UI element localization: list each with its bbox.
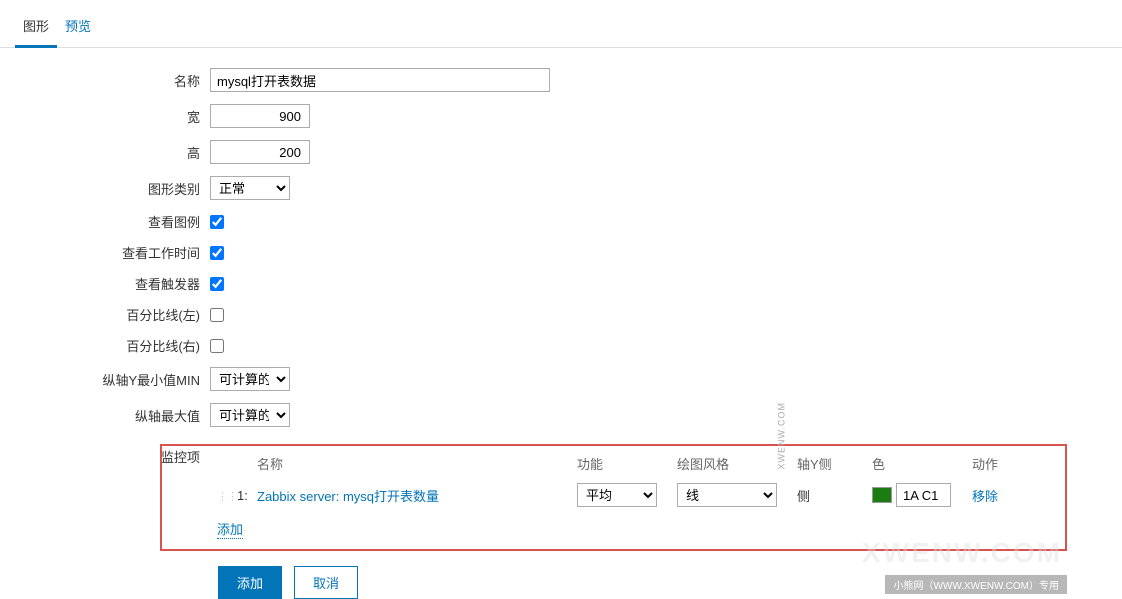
label-height: 高 (0, 143, 210, 162)
label-percent-right: 百分比线(右) (0, 336, 210, 355)
cancel-button[interactable]: 取消 (294, 566, 358, 599)
item-name-link[interactable]: Zabbix server: mysq打开表数量 (257, 489, 439, 504)
graph-type-select[interactable]: 正常 (210, 176, 290, 200)
drag-handle-icon[interactable]: ⋮⋮ (217, 491, 237, 503)
remove-link[interactable]: 移除 (972, 489, 998, 504)
items-highlight-box: 名称 功能 绘图风格 轴Y侧 色 动作 ⋮⋮ 1: Zabbix server:… (160, 444, 1067, 551)
percent-left-checkbox[interactable] (210, 308, 224, 322)
table-row: ⋮⋮ 1: Zabbix server: mysq打开表数量 平均 线 侧 (217, 483, 1055, 515)
yaxis-max-select[interactable]: 可计算的 (210, 403, 290, 427)
watermark-footer: 小熊网（WWW.XWENW.COM）专用 (885, 575, 1067, 594)
show-legend-checkbox[interactable] (210, 215, 224, 229)
name-input[interactable] (210, 68, 550, 92)
tab-graphic[interactable]: 图形 (15, 8, 57, 48)
label-show-legend: 查看图例 (0, 212, 210, 231)
draw-style-select[interactable]: 线 (677, 483, 777, 507)
show-work-time-checkbox[interactable] (210, 246, 224, 260)
percent-right-checkbox[interactable] (210, 339, 224, 353)
yaxis-min-select[interactable]: 可计算的 (210, 367, 290, 391)
label-yaxis-max: 纵轴最大值 (0, 406, 210, 425)
label-show-work-time: 查看工作时间 (0, 243, 210, 262)
height-input[interactable] (210, 140, 310, 164)
header-name: 名称 (257, 454, 577, 473)
form-tabs: 图形 预览 (0, 0, 1122, 48)
tab-preview[interactable]: 预览 (57, 8, 99, 47)
yaxis-side-value: 侧 (797, 486, 872, 505)
add-item-link[interactable]: 添加 (217, 519, 243, 539)
label-show-triggers: 查看触发器 (0, 274, 210, 293)
header-action: 动作 (972, 454, 1022, 473)
color-input[interactable] (896, 483, 951, 507)
row-number: 1: (237, 488, 257, 503)
header-function: 功能 (577, 454, 677, 473)
color-swatch[interactable] (872, 487, 892, 503)
function-select[interactable]: 平均 (577, 483, 657, 507)
width-input[interactable] (210, 104, 310, 128)
show-triggers-checkbox[interactable] (210, 277, 224, 291)
header-yaxis-side: 轴Y侧 (797, 454, 872, 473)
label-percent-left: 百分比线(左) (0, 305, 210, 324)
graph-form: 名称 宽 高 图形类别 正常 查看图例 查看工作时间 (0, 48, 1122, 599)
label-yaxis-min: 纵轴Y最小值MIN (0, 370, 210, 389)
label-graph-type: 图形类别 (0, 179, 210, 198)
label-name: 名称 (0, 71, 210, 90)
header-color: 色 (872, 454, 972, 473)
watermark-side: XWENW.COM (776, 402, 786, 470)
label-width: 宽 (0, 107, 210, 126)
add-button[interactable]: 添加 (218, 566, 282, 599)
